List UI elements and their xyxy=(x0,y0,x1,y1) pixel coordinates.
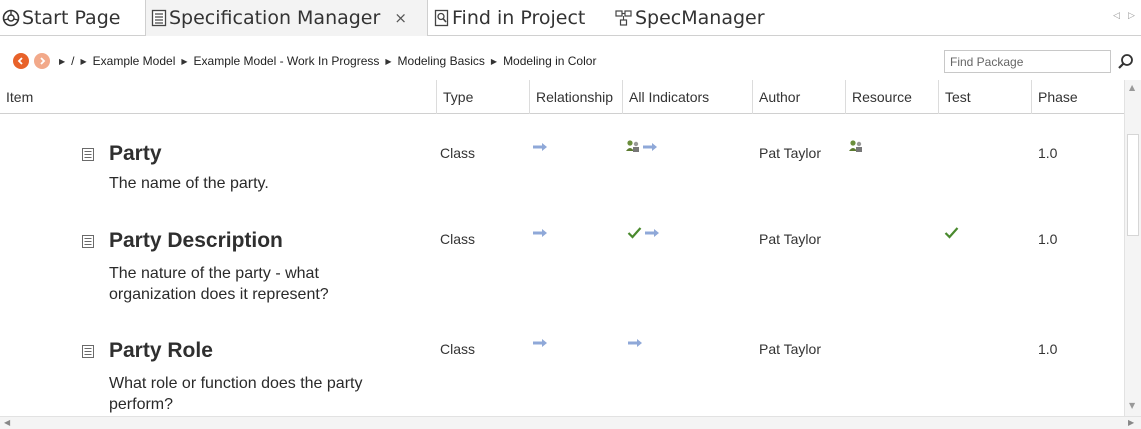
item-description: The name of the party. xyxy=(109,175,269,192)
relationship-cell[interactable] xyxy=(532,142,548,152)
arrow-right-icon xyxy=(533,229,547,237)
arrow-right-icon xyxy=(628,339,642,347)
relationship-cell[interactable] xyxy=(532,338,548,348)
resource-cell[interactable] xyxy=(848,139,864,155)
tab-scroll-left-icon[interactable]: ◁ xyxy=(1113,11,1120,21)
back-button[interactable] xyxy=(13,53,29,69)
item-name[interactable]: Party xyxy=(109,142,162,166)
column-header-type[interactable]: Type xyxy=(436,80,529,114)
arrow-right-icon xyxy=(533,339,547,347)
arrow-left-icon xyxy=(17,57,23,65)
column-header-phase[interactable]: Phase xyxy=(1031,80,1124,114)
start-page-icon xyxy=(2,9,20,27)
find-icon xyxy=(434,9,450,27)
column-header-item[interactable]: Item xyxy=(0,80,430,114)
tab-start-page[interactable]: Start Page xyxy=(2,0,120,36)
item-name[interactable]: Party Role xyxy=(109,339,213,363)
breadcrumb-item[interactable]: Example Model xyxy=(93,54,176,68)
class-element-icon xyxy=(82,235,94,248)
phase-cell: 1.0 xyxy=(1038,341,1058,357)
search-icon[interactable] xyxy=(1116,52,1136,72)
breadcrumb-separator-icon: ▶ xyxy=(181,56,188,66)
breadcrumb-item[interactable]: Example Model - Work In Progress xyxy=(194,54,380,68)
tab-label: SpecManager xyxy=(635,7,765,29)
all-indicators-cell[interactable] xyxy=(627,338,643,348)
scroll-up-icon[interactable]: ▲ xyxy=(1129,83,1135,92)
scroll-down-icon[interactable]: ▼ xyxy=(1129,401,1135,410)
scroll-left-icon[interactable]: ◀ xyxy=(4,418,10,427)
all-indicators-cell[interactable] xyxy=(627,226,660,239)
table-row[interactable]: Party The name of the party. Class Pat T… xyxy=(0,130,1124,210)
tab-specification-manager[interactable]: Specification Manager × xyxy=(145,0,428,36)
tab-label: Start Page xyxy=(22,7,121,29)
breadcrumb-item[interactable]: Modeling Basics xyxy=(398,54,485,68)
diagram-icon xyxy=(615,9,633,27)
close-icon[interactable]: × xyxy=(394,9,407,27)
all-indicators-cell[interactable] xyxy=(625,139,658,155)
check-icon xyxy=(627,227,642,239)
phase-cell: 1.0 xyxy=(1038,145,1058,161)
phase-cell: 1.0 xyxy=(1038,231,1058,247)
breadcrumb: ▶ / ▶ Example Model ▶ Example Model - Wo… xyxy=(59,54,596,68)
class-element-icon xyxy=(82,345,94,358)
table-row[interactable]: Party Description The nature of the part… xyxy=(0,216,1124,306)
horizontal-scrollbar[interactable]: ◀ ▶ xyxy=(0,416,1141,429)
class-element-icon xyxy=(82,148,94,161)
item-description: What role or function does the party per… xyxy=(109,375,363,413)
tab-specmanager[interactable]: SpecManager xyxy=(615,0,765,36)
breadcrumb-separator-icon: ▶ xyxy=(385,56,392,66)
scroll-right-icon[interactable]: ▶ xyxy=(1128,418,1134,427)
breadcrumb-bar: ▶ / ▶ Example Model ▶ Example Model - Wo… xyxy=(0,50,1141,73)
item-name[interactable]: Party Description xyxy=(109,229,283,253)
tab-label: Specification Manager xyxy=(169,7,381,29)
vertical-scrollbar[interactable]: ▲ ▼ xyxy=(1124,80,1141,416)
breadcrumb-separator-icon: ▶ xyxy=(80,56,87,66)
document-tab-bar: Start Page Specification Manager × Find … xyxy=(0,0,1141,36)
find-package-input[interactable] xyxy=(944,50,1111,73)
tab-scroll-right-icon[interactable]: ▷ xyxy=(1128,11,1135,21)
type-cell: Class xyxy=(440,341,476,357)
test-cell[interactable] xyxy=(944,226,959,239)
author-cell: Pat Taylor xyxy=(759,341,821,357)
arrow-right-icon xyxy=(40,57,46,65)
column-header-all-indicators[interactable]: All Indicators xyxy=(622,80,752,114)
column-header-row: Item Type Relationship All Indicators Au… xyxy=(0,80,1124,114)
column-header-test[interactable]: Test xyxy=(938,80,1031,114)
column-header-author[interactable]: Author xyxy=(752,80,845,114)
column-header-resource[interactable]: Resource xyxy=(845,80,938,114)
type-cell: Class xyxy=(440,231,476,247)
resource-icon xyxy=(849,140,862,152)
vertical-scroll-thumb[interactable] xyxy=(1127,134,1139,236)
arrow-right-icon xyxy=(645,228,659,237)
tab-label: Find in Project xyxy=(452,7,586,29)
relationship-cell[interactable] xyxy=(532,228,548,238)
arrow-right-icon xyxy=(533,143,547,151)
breadcrumb-root[interactable]: / xyxy=(71,54,74,68)
breadcrumb-separator-icon: ▶ xyxy=(59,56,66,66)
arrow-right-icon xyxy=(643,143,657,151)
forward-button[interactable] xyxy=(34,53,50,69)
column-header-relationship[interactable]: Relationship xyxy=(529,80,622,114)
type-cell: Class xyxy=(440,145,476,161)
document-icon xyxy=(151,9,167,27)
item-description: The nature of the party - what organizat… xyxy=(109,265,329,303)
author-cell: Pat Taylor xyxy=(759,145,821,161)
table-row[interactable]: Party Role What role or function does th… xyxy=(0,326,1124,416)
breadcrumb-separator-icon: ▶ xyxy=(490,56,498,66)
breadcrumb-item[interactable]: Modeling in Color xyxy=(503,54,596,68)
check-icon xyxy=(944,227,959,239)
tab-find-in-project[interactable]: Find in Project xyxy=(434,0,585,36)
author-cell: Pat Taylor xyxy=(759,231,821,247)
resource-icon xyxy=(626,140,639,152)
